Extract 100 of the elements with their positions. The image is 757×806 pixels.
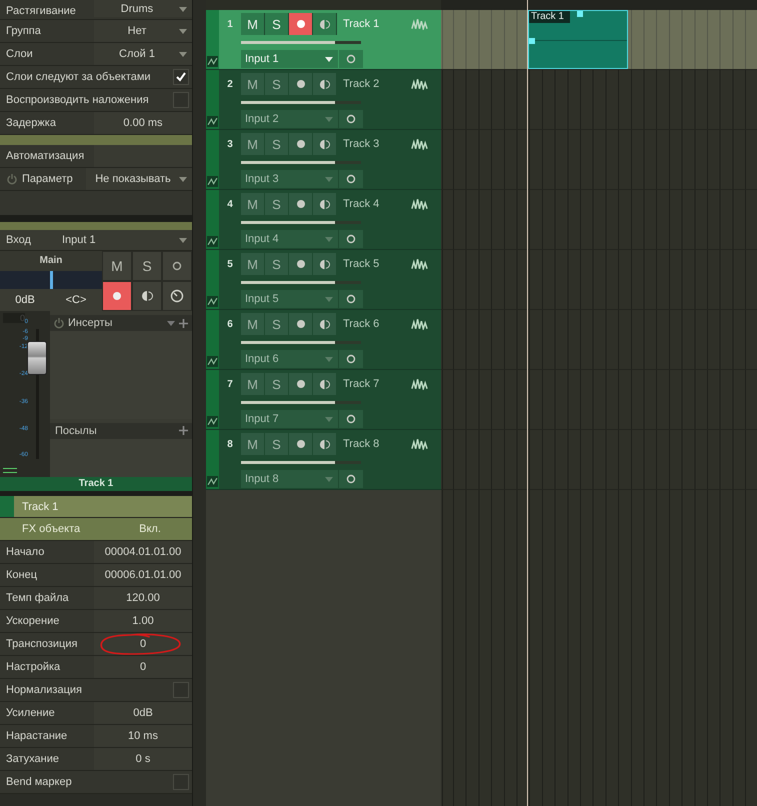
volume-slider-fill[interactable]: [241, 41, 335, 44]
track-name[interactable]: Track 8: [337, 438, 411, 450]
monitor-button[interactable]: [313, 133, 337, 155]
monitor-button[interactable]: [339, 410, 363, 428]
waveform-icon[interactable]: [411, 138, 428, 150]
record-button[interactable]: [289, 73, 313, 95]
track-name[interactable]: Track 3: [337, 138, 411, 150]
property-value[interactable]: 120.00: [94, 587, 192, 609]
solo-button[interactable]: S: [265, 433, 289, 455]
volume-slider-track[interactable]: [241, 341, 361, 344]
monitor-button[interactable]: [339, 290, 363, 308]
volume-slider-fill[interactable]: [241, 101, 335, 104]
record-button[interactable]: [102, 281, 132, 311]
track-header[interactable]: 1 M S Track 1 Input 1: [206, 10, 441, 70]
monitor-button[interactable]: [339, 230, 363, 248]
solo-button[interactable]: S: [265, 13, 289, 35]
track-header[interactable]: 5 M S Track 5 Input 5: [206, 250, 441, 310]
track-header[interactable]: 4 M S Track 4 Input 4: [206, 190, 441, 250]
property-dropdown[interactable]: Drums: [94, 0, 192, 17]
input-dropdown[interactable]: Input 8: [241, 470, 338, 488]
parameter-dropdown[interactable]: Не показывать: [86, 168, 192, 190]
checkbox[interactable]: [173, 69, 189, 85]
record-button[interactable]: [289, 373, 313, 395]
mute-button[interactable]: M: [241, 193, 265, 215]
knob-button[interactable]: [162, 281, 192, 311]
add-icon[interactable]: [179, 426, 188, 436]
property-value[interactable]: 0.00 ms: [94, 112, 192, 134]
automation-icon[interactable]: [207, 236, 218, 247]
track-header[interactable]: 2 M S Track 2 Input 2: [206, 70, 441, 130]
input-dropdown[interactable]: Input 3: [241, 170, 338, 188]
property-value[interactable]: 0: [94, 633, 192, 655]
automation-icon[interactable]: [207, 176, 218, 187]
record-button[interactable]: [289, 313, 313, 335]
record-button[interactable]: [289, 193, 313, 215]
mute-button[interactable]: M: [241, 373, 265, 395]
volume-slider-fill[interactable]: [241, 341, 335, 344]
record-button[interactable]: [289, 13, 313, 35]
track-name[interactable]: Track 1: [337, 18, 411, 30]
track-header[interactable]: 6 M S Track 6 Input 6: [206, 310, 441, 370]
solo-button[interactable]: S: [265, 253, 289, 275]
monitor-button[interactable]: [132, 281, 162, 311]
volume-slider-fill[interactable]: [241, 401, 335, 404]
automation-icon[interactable]: [207, 56, 218, 67]
input-dropdown[interactable]: Input 4: [241, 230, 338, 248]
monitor-button[interactable]: [313, 253, 337, 275]
record-button[interactable]: [289, 433, 313, 455]
mute-button[interactable]: M: [241, 313, 265, 335]
volume-slider-track[interactable]: [241, 401, 361, 404]
solo-button[interactable]: S: [265, 133, 289, 155]
volume-slider-track[interactable]: [241, 221, 361, 224]
automation-icon[interactable]: [207, 296, 218, 307]
volume-slider-track[interactable]: [241, 41, 361, 44]
solo-button[interactable]: S: [265, 73, 289, 95]
monitor-button[interactable]: [339, 470, 363, 488]
mute-button[interactable]: M: [241, 73, 265, 95]
monitor-button[interactable]: [313, 433, 337, 455]
solo-button[interactable]: S: [265, 373, 289, 395]
monitor-button[interactable]: [339, 170, 363, 188]
volume-slider-fill[interactable]: [241, 281, 335, 284]
track-header[interactable]: 7 M S Track 7 Input 7: [206, 370, 441, 430]
track-name[interactable]: Track 7: [337, 378, 411, 390]
monitor-button[interactable]: [313, 13, 337, 35]
output-label[interactable]: Main: [0, 251, 102, 271]
track-header[interactable]: 8 M S Track 8 Input 8: [206, 430, 441, 490]
automation-field[interactable]: [94, 145, 192, 167]
waveform-icon[interactable]: [411, 438, 428, 450]
property-value[interactable]: 0: [94, 656, 192, 678]
input-dropdown[interactable]: Input 2: [241, 110, 338, 128]
mute-button[interactable]: M: [241, 133, 265, 155]
caret-icon[interactable]: [167, 320, 175, 326]
solo-button[interactable]: S: [265, 193, 289, 215]
input-dropdown[interactable]: Input 5: [241, 290, 338, 308]
monitor-button[interactable]: [313, 73, 337, 95]
property-value[interactable]: 1.00: [94, 610, 192, 632]
fx-value[interactable]: Вкл.: [108, 523, 192, 535]
power-icon[interactable]: [53, 317, 65, 329]
monitor-button[interactable]: [313, 313, 337, 335]
input-dropdown[interactable]: Input 1: [241, 50, 338, 68]
checkbox[interactable]: [173, 92, 189, 108]
monitor-button[interactable]: [339, 350, 363, 368]
fader-thumb[interactable]: [27, 340, 47, 375]
pan-bar[interactable]: [0, 271, 102, 289]
mute-button[interactable]: M: [102, 251, 132, 281]
automation-icon[interactable]: [207, 116, 218, 127]
waveform-icon[interactable]: [411, 198, 428, 210]
automation-icon[interactable]: [207, 356, 218, 367]
track-name[interactable]: Track 4: [337, 198, 411, 210]
volume-slider-track[interactable]: [241, 101, 361, 104]
track-name[interactable]: Track 2: [337, 78, 411, 90]
property-dropdown[interactable]: Нет: [94, 20, 192, 42]
add-icon[interactable]: [179, 318, 188, 328]
monitor-button[interactable]: [339, 110, 363, 128]
automation-icon[interactable]: [207, 416, 218, 427]
mute-button[interactable]: M: [241, 253, 265, 275]
clip-handle[interactable]: [529, 38, 535, 44]
volume-slider-track[interactable]: [241, 461, 361, 464]
solo-button[interactable]: S: [265, 313, 289, 335]
volume-slider-track[interactable]: [241, 161, 361, 164]
volume-slider-fill[interactable]: [241, 161, 335, 164]
mute-button[interactable]: M: [241, 13, 265, 35]
